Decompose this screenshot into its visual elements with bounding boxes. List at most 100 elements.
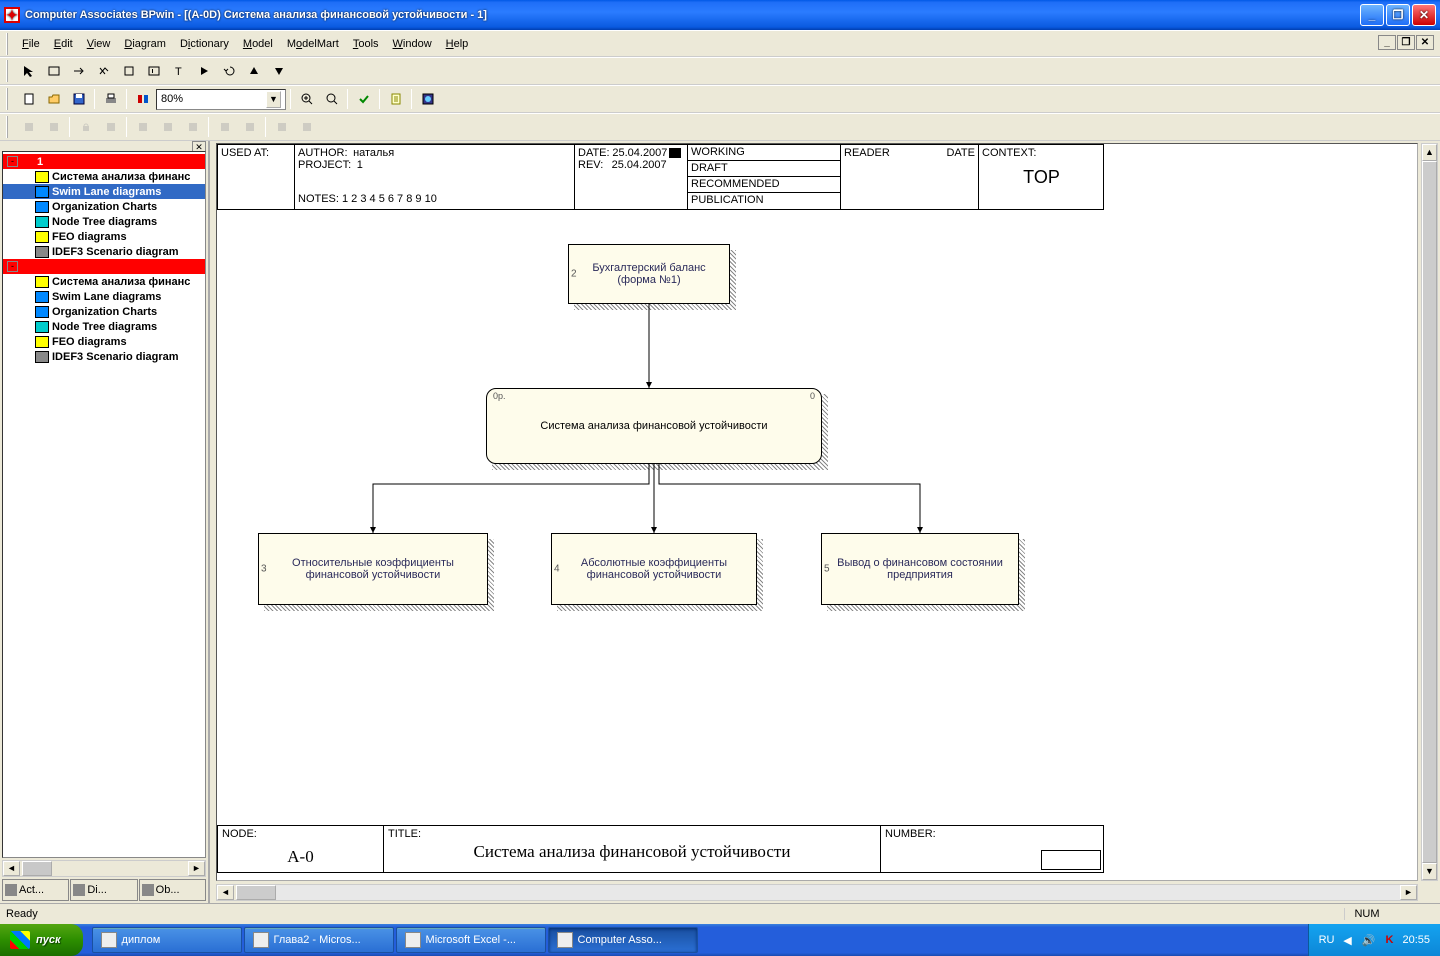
diagram-canvas[interactable]: USED AT: AUTHOR: наталья PROJECT: 1 NOTE… (216, 143, 1418, 881)
tree-item[interactable]: Swim Lane diagrams (3, 184, 205, 199)
canvas-hscrollbar[interactable]: ◄ ► (216, 884, 1418, 901)
down-tool-icon[interactable] (267, 60, 290, 82)
check-icon[interactable] (352, 88, 375, 110)
handle-tool-icon[interactable] (142, 60, 165, 82)
toolbar-grip[interactable] (6, 116, 11, 138)
taskbar-item[interactable]: Computer Asso... (548, 927, 698, 953)
menu-view[interactable]: View (80, 34, 118, 54)
undo-tool-icon[interactable] (217, 60, 240, 82)
tree-item[interactable]: Organization Charts (3, 199, 205, 214)
pointer-tool-icon[interactable] (17, 60, 40, 82)
arrow-tool-icon[interactable] (67, 60, 90, 82)
toolbar-grip[interactable] (6, 33, 11, 55)
tree-item[interactable]: IDEF3 Scenario diagram (3, 349, 205, 364)
tree-item[interactable]: -1 (3, 154, 205, 169)
scroll-left-icon[interactable]: ◄ (217, 885, 234, 900)
menu-edit[interactable]: Edit (47, 34, 80, 54)
rect-tool-icon[interactable] (42, 60, 65, 82)
model-explorer: ✕ -1Система анализа финансSwim Lane diag… (0, 141, 210, 903)
scroll-down-icon[interactable]: ▼ (1422, 863, 1437, 880)
tab-diagrams[interactable]: Di... (70, 879, 137, 901)
close-button[interactable]: ✕ (1412, 4, 1436, 26)
save-icon[interactable] (67, 88, 90, 110)
dropdown-icon[interactable]: ▼ (266, 91, 281, 108)
menu-window[interactable]: Window (386, 34, 439, 54)
minimize-button[interactable]: _ (1360, 4, 1384, 26)
zoomfit-icon[interactable] (320, 88, 343, 110)
mm-btn-4 (99, 116, 122, 138)
tree-item[interactable]: - (3, 259, 205, 274)
open-icon[interactable] (42, 88, 65, 110)
toolbar-grip[interactable] (6, 88, 11, 110)
lang-indicator[interactable]: RU (1319, 934, 1335, 946)
scroll-right-icon[interactable]: ► (188, 861, 205, 876)
scroll-left-icon[interactable]: ◄ (3, 861, 20, 876)
window-titlebar: ✦ Computer Associates BPwin - [(A-0D) Си… (0, 0, 1440, 30)
tree-item[interactable]: FEO diagrams (3, 229, 205, 244)
scroll-right-icon[interactable]: ► (1400, 885, 1417, 900)
mdi-minimize-button[interactable]: _ (1378, 35, 1396, 50)
maximize-button[interactable]: ❐ (1386, 4, 1410, 26)
box-tool-icon[interactable] (117, 60, 140, 82)
modelmart-icon[interactable] (416, 88, 439, 110)
tray-kaspersky-icon[interactable]: K (1381, 932, 1397, 948)
scroll-thumb[interactable] (236, 885, 276, 900)
tree-item[interactable]: Organization Charts (3, 304, 205, 319)
mm-btn-8 (213, 116, 236, 138)
tree-item[interactable]: Система анализа финанс (3, 274, 205, 289)
tree-item[interactable]: Node Tree diagrams (3, 214, 205, 229)
menu-modelmart[interactable]: ModelMart (280, 34, 346, 54)
scroll-up-icon[interactable]: ▲ (1422, 144, 1437, 161)
diagram-header: USED AT: AUTHOR: наталья PROJECT: 1 NOTE… (217, 144, 1104, 210)
scroll-thumb[interactable] (1422, 161, 1437, 863)
taskbar-item[interactable]: Microsoft Excel -... (396, 927, 546, 953)
zoom-combo[interactable]: 80% ▼ (156, 89, 286, 110)
node-out3[interactable]: 5 Вывод о финансовом состоянии предприят… (821, 533, 1019, 605)
tree-item[interactable]: Swim Lane diagrams (3, 289, 205, 304)
scroll-thumb[interactable] (22, 861, 52, 876)
toolbar-grip[interactable] (6, 60, 11, 82)
node-main[interactable]: 0p. 0 Система анализа финансовой устойчи… (486, 388, 822, 464)
tree-item[interactable]: FEO diagrams (3, 334, 205, 349)
node-out2[interactable]: 4 Абсолютные коэффициенты финансовой уст… (551, 533, 757, 605)
menu-tools[interactable]: Tools (346, 34, 386, 54)
menu-file[interactable]: File (15, 34, 47, 54)
node-input[interactable]: 2 Бухгалтерский баланс (форма №1) (568, 244, 730, 304)
taskbar-item[interactable]: диплом (92, 927, 242, 953)
zoomin-icon[interactable] (295, 88, 318, 110)
svg-text:T: T (175, 66, 182, 78)
clock[interactable]: 20:55 (1402, 934, 1430, 946)
tray-icon-1[interactable]: ◀ (1339, 932, 1355, 948)
tree-hscrollbar[interactable]: ◄ ► (2, 860, 206, 877)
text-tool-icon[interactable]: T (167, 60, 190, 82)
tray-icon-2[interactable]: 🔊 (1360, 932, 1376, 948)
start-button[interactable]: пуск (0, 924, 83, 956)
diagram-footer: NODE: A-0 TITLE: Система анализа финансо… (217, 825, 1104, 873)
tab-activities[interactable]: Act... (2, 879, 69, 901)
print-icon[interactable] (99, 88, 122, 110)
taskbar: пуск дипломГлава2 - Micros...Microsoft E… (0, 924, 1440, 956)
menu-model[interactable]: Model (236, 34, 280, 54)
new-icon[interactable] (17, 88, 40, 110)
menu-dictionary[interactable]: Dictionary (173, 34, 236, 54)
tree-item[interactable]: Node Tree diagrams (3, 319, 205, 334)
node-out1[interactable]: 3 Относительные коэффициенты финансовой … (258, 533, 488, 605)
app-icon: ✦ (4, 7, 20, 23)
model-tree[interactable]: -1Система анализа финансSwim Lane diagra… (2, 151, 206, 858)
mm-btn-6 (156, 116, 179, 138)
mdi-close-button[interactable]: ✕ (1416, 35, 1434, 50)
tree-item[interactable]: IDEF3 Scenario diagram (3, 244, 205, 259)
up-tool-icon[interactable] (242, 60, 265, 82)
tab-objects[interactable]: Ob... (139, 879, 206, 901)
squiggle-tool-icon[interactable] (92, 60, 115, 82)
play-tool-icon[interactable] (192, 60, 215, 82)
mdi-restore-button[interactable]: ❐ (1397, 35, 1415, 50)
menu-help[interactable]: Help (439, 34, 476, 54)
report-icon[interactable] (384, 88, 407, 110)
menu-diagram[interactable]: Diagram (117, 34, 173, 54)
taskbar-item[interactable]: Глава2 - Micros... (244, 927, 394, 953)
tree-item[interactable]: Система анализа финанс (3, 169, 205, 184)
palette-icon[interactable] (131, 88, 154, 110)
canvas-vscrollbar[interactable]: ▲ ▼ (1421, 143, 1438, 881)
system-tray[interactable]: RU ◀ 🔊 K 20:55 (1308, 924, 1440, 956)
